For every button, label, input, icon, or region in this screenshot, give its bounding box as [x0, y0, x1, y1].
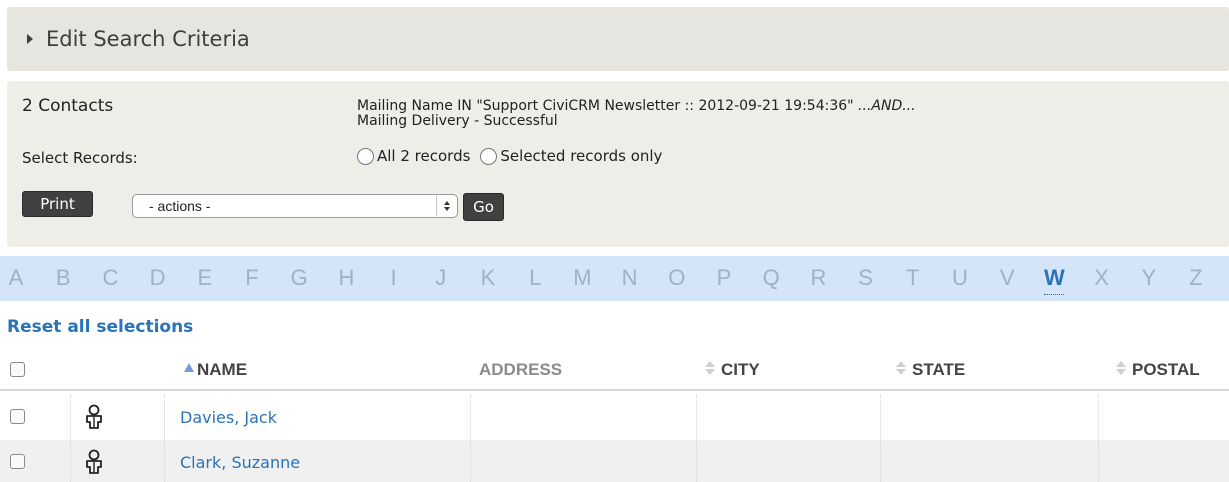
alphabet-letter-a[interactable]: A — [2, 265, 30, 291]
contact-name-link[interactable]: Clark, Suzanne — [180, 453, 300, 472]
select-records-radios: All 2 records Selected records only — [357, 147, 672, 165]
select-records-label: Select Records: — [22, 149, 138, 167]
header-name[interactable]: NAME — [197, 360, 247, 380]
table-row: Clark, Suzanne — [0, 440, 1229, 482]
contact-name-link[interactable]: Davies, Jack — [180, 408, 277, 427]
sort-postal-icon — [1116, 361, 1126, 375]
alphabet-letter-r[interactable]: R — [804, 265, 832, 291]
alphabet-letter-h[interactable]: H — [332, 265, 360, 291]
header-city[interactable]: CITY — [721, 360, 760, 380]
reset-all-selections-link[interactable]: Reset all selections — [7, 317, 193, 337]
actions-select[interactable]: - actions - — [132, 194, 458, 218]
header-address: ADDRESS — [479, 360, 563, 379]
criteria-line-2: Mailing Delivery - Successful — [357, 113, 558, 129]
header-postal[interactable]: POSTAL — [1132, 360, 1200, 380]
edit-search-criteria-title: Edit Search Criteria — [46, 27, 250, 51]
alphabet-letter-k[interactable]: K — [474, 265, 502, 291]
alphabet-letter-m[interactable]: M — [568, 265, 596, 291]
alphabet-letter-i[interactable]: I — [380, 265, 408, 291]
row-checkbox[interactable] — [10, 454, 25, 469]
individual-contact-icon[interactable] — [84, 449, 104, 475]
table-header-row: NAME ADDRESS CITY STATE POSTAL — [0, 348, 1229, 391]
sort-city-icon — [705, 361, 715, 375]
alphabet-letter-e[interactable]: E — [191, 265, 219, 291]
alphabet-letter-d[interactable]: D — [144, 265, 172, 291]
alphabet-letter-x[interactable]: X — [1088, 265, 1116, 291]
criteria-mailing-name: Mailing Name IN "Support CiviCRM Newslet… — [357, 98, 854, 114]
radio-all-records[interactable] — [357, 147, 374, 165]
alphabet-letter-g[interactable]: G — [285, 265, 313, 291]
select-all-checkbox[interactable] — [10, 362, 25, 377]
alphabet-letter-j[interactable]: J — [427, 265, 455, 291]
actions-select-value: - actions - — [149, 198, 211, 214]
edit-search-criteria-toggle[interactable]: Edit Search Criteria — [7, 7, 1229, 71]
alphabet-letter-u[interactable]: U — [946, 265, 974, 291]
alphabet-letter-t[interactable]: T — [899, 265, 927, 291]
individual-contact-icon[interactable] — [84, 404, 104, 430]
table-row: Davies, Jack — [0, 395, 1229, 439]
alphabet-letter-y[interactable]: Y — [1135, 265, 1163, 291]
alphabet-letter-o[interactable]: O — [663, 265, 691, 291]
select-arrows-icon — [436, 196, 456, 216]
alphabet-letter-p[interactable]: P — [710, 265, 738, 291]
alphabet-letter-l[interactable]: L — [521, 265, 549, 291]
alphabet-letter-z[interactable]: Z — [1182, 265, 1210, 291]
results-summary-panel: 2 Contacts Mailing Name IN "Support Civi… — [7, 81, 1229, 247]
criteria-and: ...AND... — [858, 98, 916, 114]
alphabet-letter-s[interactable]: S — [852, 265, 880, 291]
alphabet-letter-w[interactable]: W — [1040, 265, 1068, 295]
header-state[interactable]: STATE — [912, 360, 965, 380]
radio-all-records-label: All 2 records — [377, 147, 471, 165]
alphabet-letter-f[interactable]: F — [238, 265, 266, 291]
alphabet-letter-q[interactable]: Q — [757, 265, 785, 291]
radio-selected-records-label: Selected records only — [500, 147, 663, 165]
contacts-count: 2 Contacts — [22, 96, 114, 116]
radio-selected-records[interactable] — [480, 147, 498, 165]
alphabet-letter-c[interactable]: C — [96, 265, 124, 291]
alphabet-letter-b[interactable]: B — [49, 265, 77, 291]
alphabet-letter-n[interactable]: N — [616, 265, 644, 291]
criteria-line-1: Mailing Name IN "Support CiviCRM Newslet… — [357, 99, 916, 114]
alphabet-letter-v[interactable]: V — [993, 265, 1021, 291]
print-button[interactable]: Print — [22, 191, 93, 217]
go-button[interactable]: Go — [463, 193, 504, 221]
sort-ascending-icon — [184, 363, 194, 372]
expand-arrow-icon — [27, 34, 33, 44]
alphabet-filter-bar: ABCDEFGHIJKLMNOPQRSTUVWXYZ — [0, 256, 1229, 301]
row-checkbox[interactable] — [10, 409, 25, 424]
sort-state-icon — [896, 361, 906, 375]
